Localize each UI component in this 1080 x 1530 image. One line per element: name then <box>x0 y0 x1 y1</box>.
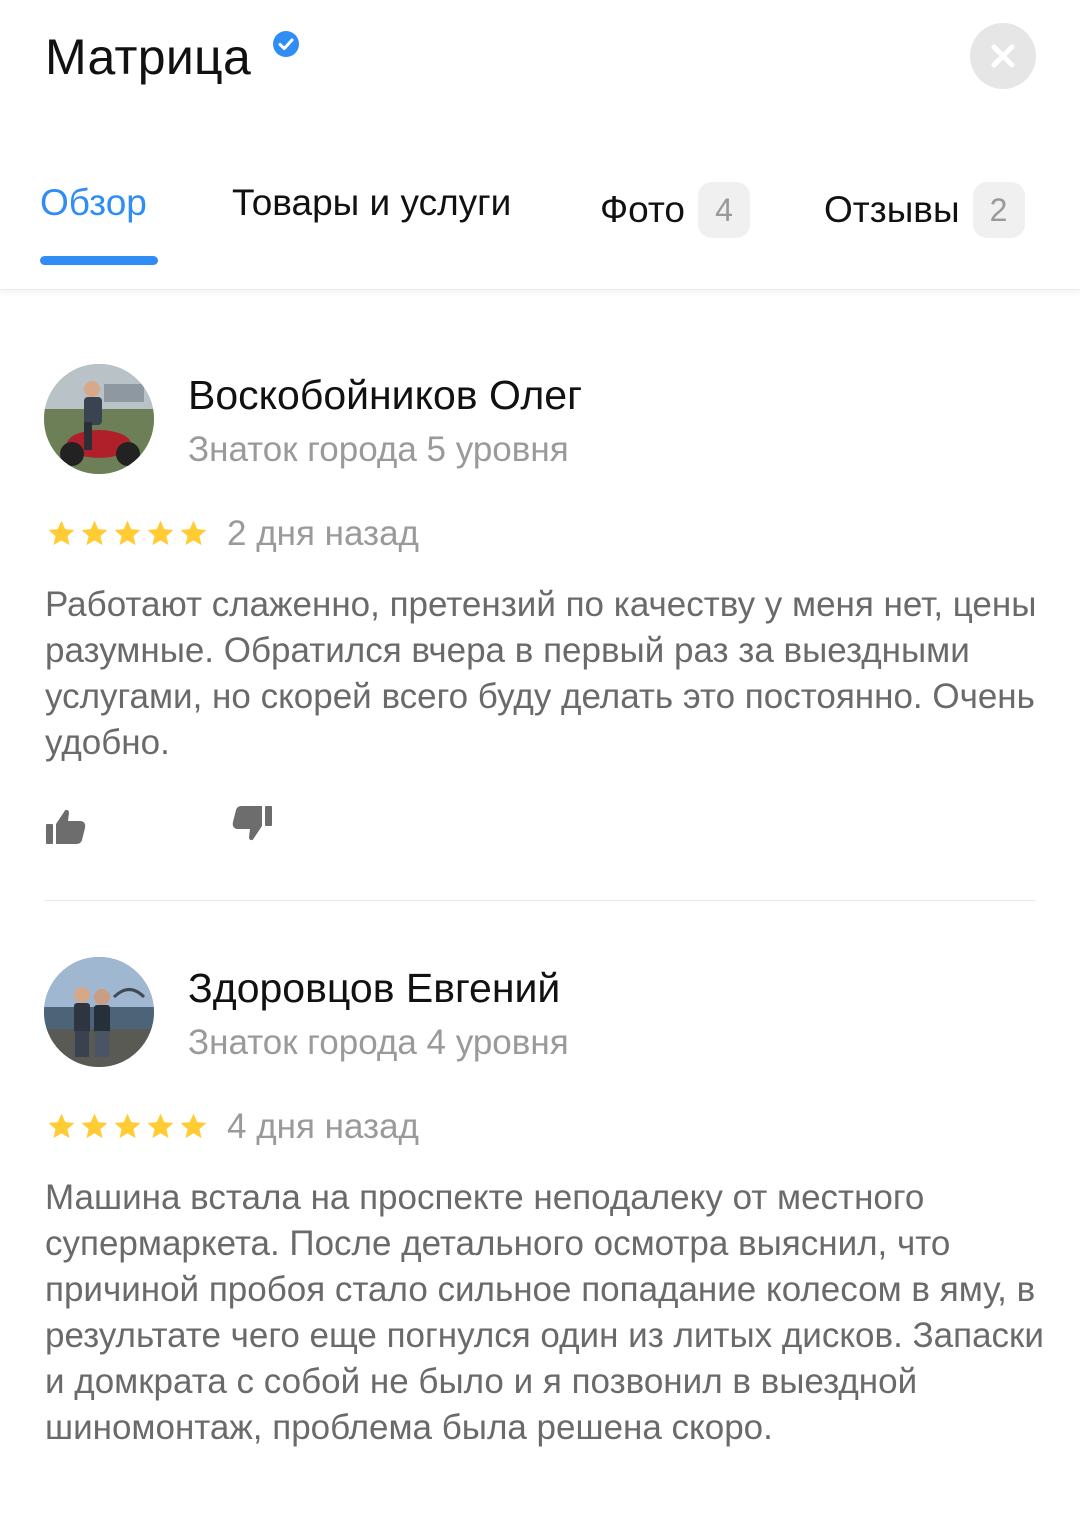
star-icon <box>48 520 75 546</box>
tab-bar: Обзор Товары и услуги Фото 4 Отзывы 2 <box>0 170 1080 290</box>
thumbs-down-icon[interactable] <box>230 804 274 848</box>
star-icon <box>147 1113 174 1139</box>
review-text: Машина встала на проспекте неподалеку от… <box>45 1178 1044 1447</box>
tab-reviews-label: Отзывы <box>824 189 960 230</box>
avatar-photo-icon <box>44 957 154 1067</box>
star-icon <box>180 520 207 546</box>
review-author-level: Знаток города 4 уровня <box>188 1023 569 1062</box>
page-title: Матрица <box>45 29 252 85</box>
header: Матрица <box>0 0 1080 140</box>
tab-photos-count: 4 <box>698 182 751 238</box>
avatar[interactable] <box>44 957 154 1067</box>
review-date: 4 дня назад <box>227 1107 419 1146</box>
review-date: 2 дня назад <box>227 514 419 553</box>
close-button[interactable] <box>970 23 1036 89</box>
tab-goods-services-label: Товары и услуги <box>232 182 512 223</box>
verified-badge-icon <box>273 31 299 57</box>
tab-overview[interactable]: Обзор <box>40 182 147 224</box>
rating-stars <box>46 518 209 549</box>
avatar-photo-icon <box>44 364 154 474</box>
tab-goods-services[interactable]: Товары и услуги <box>232 182 511 224</box>
star-icon <box>81 1113 108 1139</box>
thumbs-up-icon[interactable] <box>44 804 88 848</box>
tab-overview-label: Обзор <box>40 182 147 223</box>
star-icon <box>114 1113 141 1139</box>
divider <box>44 900 1036 901</box>
close-icon <box>991 44 1015 68</box>
star-icon <box>81 520 108 546</box>
tab-reviews[interactable]: Отзывы 2 <box>824 182 1025 238</box>
review-author[interactable]: Воскобойников Олег <box>188 372 582 419</box>
star-icon <box>147 520 174 546</box>
avatar[interactable] <box>44 364 154 474</box>
tab-reviews-count: 2 <box>972 182 1025 238</box>
review-text: Работают слаженно, претензий по качеству… <box>45 585 1037 762</box>
tab-photos[interactable]: Фото 4 <box>600 182 751 238</box>
review-author-level: Знаток города 5 уровня <box>188 430 569 469</box>
star-icon <box>48 1113 75 1139</box>
rating-stars <box>46 1111 209 1142</box>
star-icon <box>114 520 141 546</box>
review-author[interactable]: Здоровцов Евгений <box>188 965 560 1012</box>
active-tab-indicator <box>40 256 158 265</box>
star-icon <box>180 1113 207 1139</box>
tab-photos-label: Фото <box>600 189 686 230</box>
